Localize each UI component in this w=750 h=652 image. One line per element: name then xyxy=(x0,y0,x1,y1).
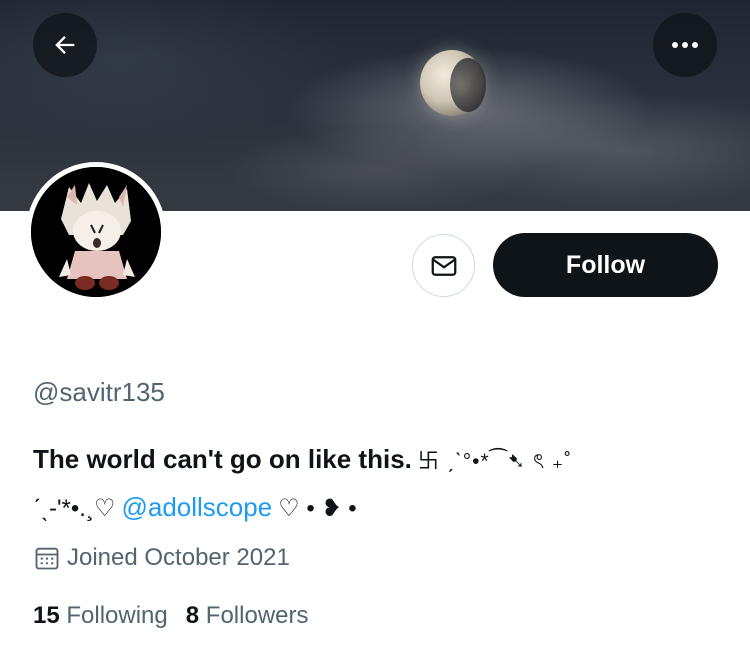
following-label: Following xyxy=(66,602,168,629)
arrow-left-icon xyxy=(55,36,75,54)
calendar-icon xyxy=(35,547,59,570)
joined-date: Joined October 2021 xyxy=(33,544,290,572)
message-button[interactable] xyxy=(412,234,475,297)
avatar[interactable] xyxy=(26,162,166,302)
followers-count: 8 xyxy=(185,602,200,629)
bio-decoration-prefix: ˊˎ-'*•.¸♡ xyxy=(33,495,116,522)
joined-text: Joined October 2021 xyxy=(67,544,290,571)
more-options-button[interactable] xyxy=(653,13,717,77)
bio-mention-link[interactable]: @adollscope xyxy=(121,492,272,522)
following-link[interactable]: 15 Following xyxy=(33,602,168,629)
avatar-image xyxy=(31,167,161,297)
banner-moon-image xyxy=(420,50,486,116)
followers-label: Followers xyxy=(205,602,309,629)
follow-stats: 15 Following 8 Followers xyxy=(33,602,327,630)
follow-button[interactable]: Follow xyxy=(493,233,718,297)
profile-bio-line-1: The world can't go on like this. 卐 ˏˋ°•*⁀… xyxy=(33,444,572,480)
bio-decoration-suffix: ♡ • ❥ • xyxy=(278,495,357,522)
back-button[interactable] xyxy=(33,13,97,77)
more-horizontal-icon xyxy=(670,42,700,48)
mail-icon xyxy=(431,255,456,276)
profile-bio-line-2: ˊˎ-'*•.¸♡ @adollscope ♡ • ❥ • xyxy=(33,492,357,523)
following-count: 15 xyxy=(33,602,60,629)
bio-text: The world can't go on like this. xyxy=(33,444,412,474)
bio-decoration: 卐 ˏˋ°•*⁀➷ ৎ ₊˚ xyxy=(417,450,573,473)
followers-link[interactable]: 8 Followers xyxy=(186,602,309,629)
profile-handle: @savitr135 xyxy=(33,377,165,407)
